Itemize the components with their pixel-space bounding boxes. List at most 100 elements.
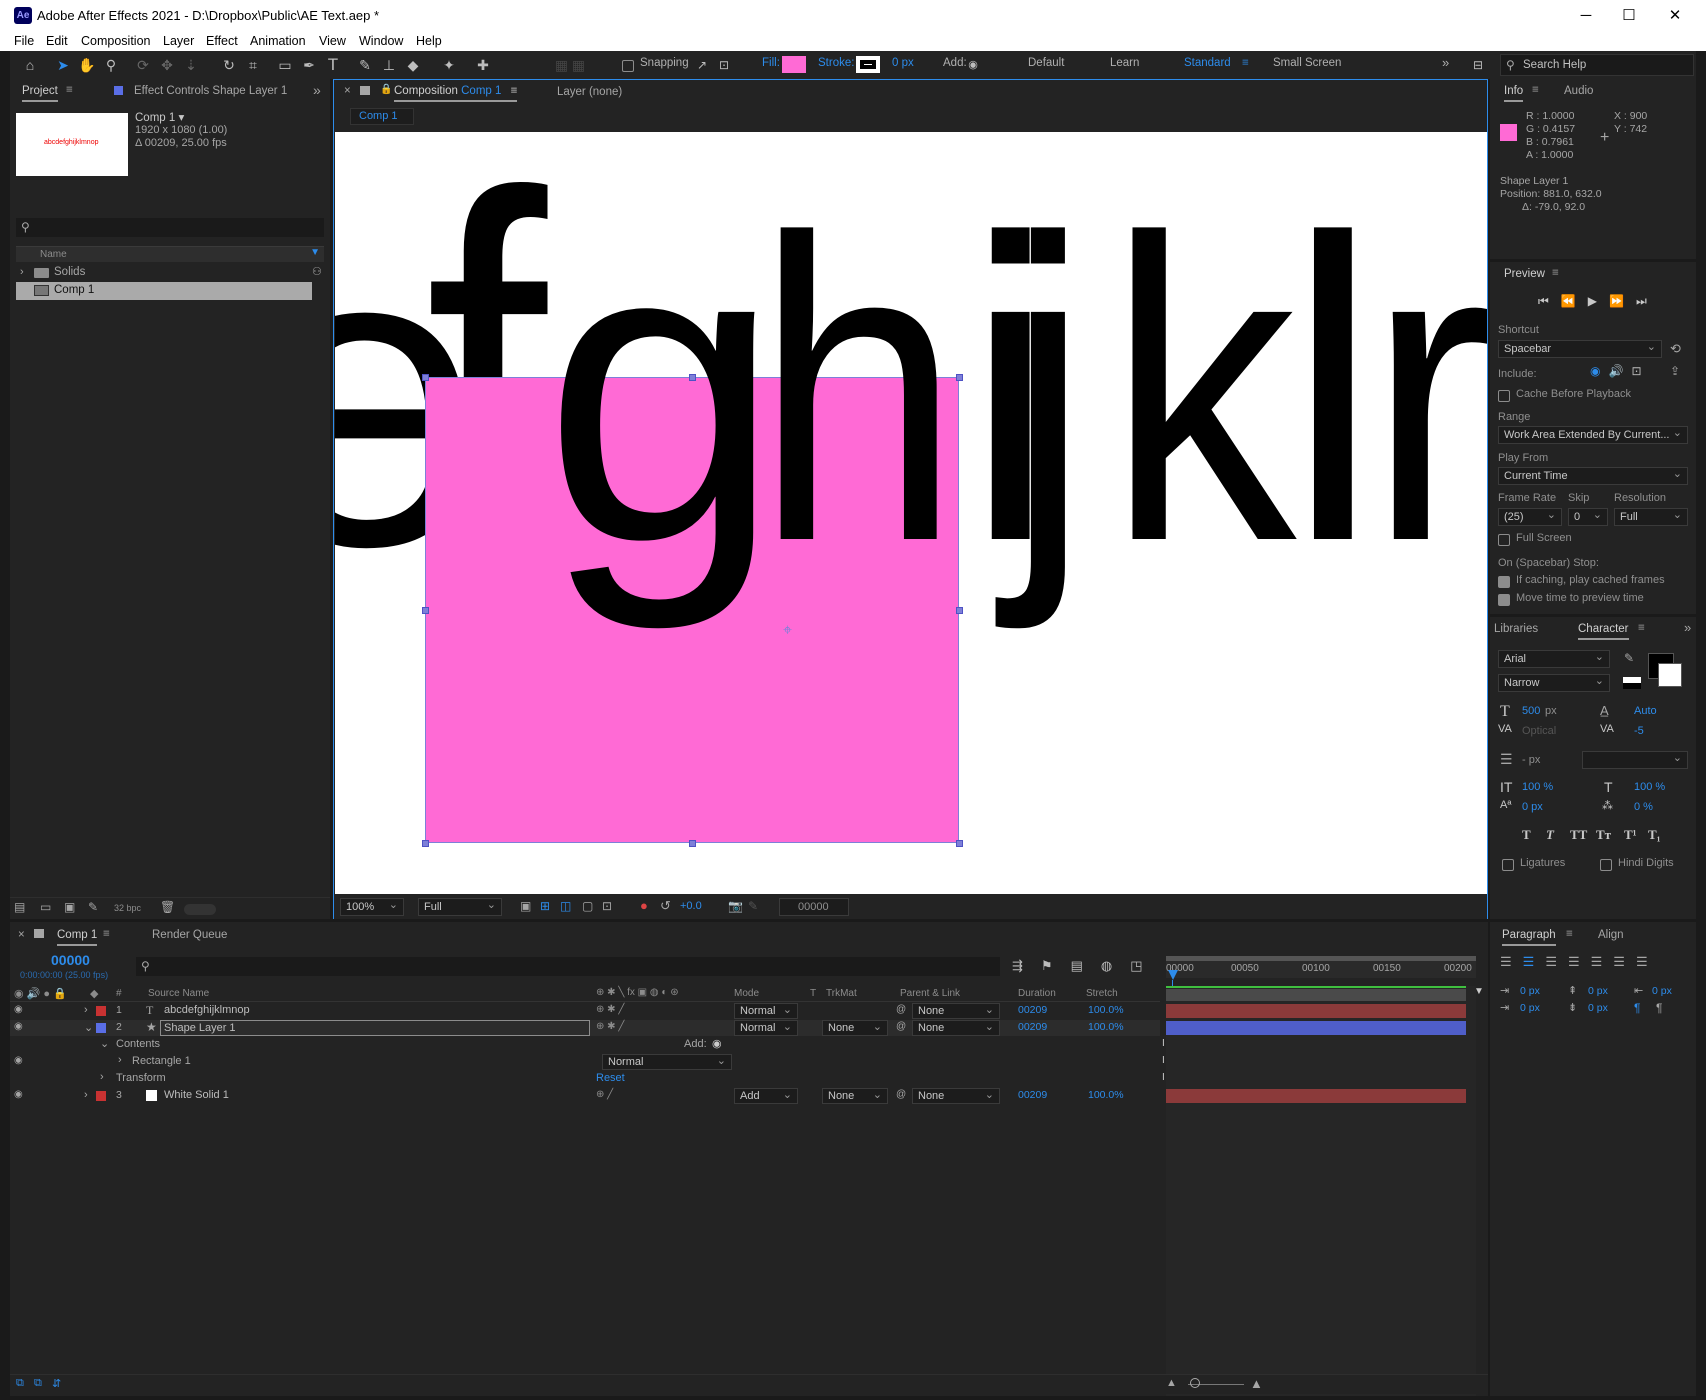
workspace-small-screen[interactable]: Small Screen	[1273, 57, 1341, 69]
show-snapshot-icon[interactable]: ✎	[748, 899, 758, 913]
menu-view[interactable]: View	[319, 34, 346, 48]
layer-row-3[interactable]: ◉ › 3 White Solid 1 ⊕ ╱ Add None @ None …	[10, 1088, 1160, 1104]
last-frame-icon[interactable]: ⏭	[1636, 294, 1659, 308]
snap-option2-icon[interactable]: ⊡	[716, 55, 732, 75]
visibility-eye-icon[interactable]: ◉	[14, 1089, 23, 1100]
parent-dropdown[interactable]: None	[912, 1003, 1000, 1019]
adjust-icon[interactable]: ✎	[88, 900, 98, 914]
contents-group-row[interactable]: ⌄ Contents Add: ◉	[10, 1037, 1160, 1053]
fill-swatch[interactable]	[782, 56, 806, 73]
comp-name-info[interactable]: Comp 1 ▾	[135, 110, 184, 124]
align-left-icon[interactable]: ☰	[1500, 954, 1523, 969]
prev-frame-icon[interactable]: ⏪	[1561, 294, 1588, 308]
tab-character[interactable]: Character	[1578, 623, 1629, 640]
vertical-scale-value[interactable]: 100 %	[1522, 781, 1553, 793]
new-comp-icon[interactable]: ▣	[64, 900, 75, 914]
workspace-standard[interactable]: Standard	[1184, 57, 1231, 69]
panel-overflow-icon[interactable]: »	[313, 82, 321, 98]
layer-bar-1[interactable]	[1166, 1004, 1466, 1018]
layer-name[interactable]: abcdefghijklmnop	[164, 1004, 250, 1016]
workspace-default[interactable]: Default	[1028, 57, 1064, 69]
new-folder-icon[interactable]: ▭	[40, 900, 51, 914]
rectangle-tool-icon[interactable]: ▭	[276, 55, 294, 75]
motion-blur-icon[interactable]: ◍	[1101, 958, 1130, 973]
first-line-indent-value[interactable]: 0 px	[1520, 1002, 1540, 1014]
video-eye-icon[interactable]: ◉	[1590, 364, 1608, 378]
search-help-field[interactable]: ⚲ Search Help	[1500, 54, 1694, 76]
snap-option-icon[interactable]: ↗	[694, 55, 710, 75]
layer-bar-2[interactable]	[1166, 1021, 1466, 1035]
layer-duration[interactable]: 00209	[1018, 1004, 1047, 1016]
layer-name-field[interactable]: Shape Layer 1	[160, 1020, 590, 1036]
first-frame-icon[interactable]: ⏮	[1538, 294, 1561, 308]
handle-tl[interactable]	[422, 374, 429, 381]
exposure-value[interactable]: +0.0	[680, 900, 702, 912]
layer-name[interactable]: White Solid 1	[164, 1089, 229, 1101]
blend-mode-dropdown[interactable]: Normal	[734, 1020, 798, 1036]
trash-icon[interactable]: 🗑	[160, 900, 175, 914]
pickwhip-icon[interactable]: @	[896, 1021, 906, 1032]
layer-switches[interactable]: ⊕ ╱	[596, 1089, 613, 1100]
region-of-interest-icon[interactable]: ▢	[582, 899, 593, 913]
pan-behind-tool-icon[interactable]: ⌗	[244, 55, 262, 75]
work-area-bar[interactable]	[1166, 956, 1476, 961]
indent-left-value[interactable]: 0 px	[1520, 985, 1540, 997]
handle-mr[interactable]	[956, 607, 963, 614]
more-workspaces-icon[interactable]: »	[1442, 55, 1449, 70]
visibility-eye-icon[interactable]: ◉	[14, 1055, 23, 1066]
project-search-input[interactable]: ⚲	[16, 218, 324, 237]
layer-duration[interactable]: 00209	[1018, 1089, 1047, 1101]
zoom-tool-icon[interactable]: ⚲	[102, 55, 120, 75]
close-button[interactable]: ✕	[1662, 4, 1688, 28]
tab-render-queue[interactable]: Render Queue	[152, 929, 227, 941]
parent-dropdown[interactable]: None	[912, 1088, 1000, 1104]
menu-edit[interactable]: Edit	[46, 34, 68, 48]
label-color-swatch[interactable]	[96, 1023, 106, 1033]
tab-effect-controls[interactable]: Effect Controls Shape Layer 1	[134, 85, 287, 97]
grid-guides-icon[interactable]: ⊡	[602, 899, 612, 913]
expand-arrow-icon[interactable]: ›	[100, 1071, 104, 1083]
panel-menu-icon[interactable]: ≡	[103, 928, 110, 940]
panel-menu-icon[interactable]: ≡	[511, 85, 518, 97]
workspace-menu-icon[interactable]: ≡	[1242, 57, 1249, 69]
stop1-checkbox[interactable]	[1498, 574, 1510, 588]
layer-row-1[interactable]: ◉ › 1 T abcdefghijklmnop ⊕ ✱ ╱ Normal @ …	[10, 1003, 1160, 1019]
panel-menu-icon[interactable]: ≡	[1552, 267, 1559, 279]
menu-help[interactable]: Help	[416, 34, 442, 48]
tab-align[interactable]: Align	[1598, 929, 1624, 941]
superscript-button[interactable]: T¹	[1624, 827, 1637, 843]
project-item-solids[interactable]: › Solids ⚇	[16, 264, 324, 282]
rect-blend-dropdown[interactable]: Normal	[602, 1054, 732, 1070]
audio-icon[interactable]: 🔊	[1608, 364, 1631, 378]
frame-blend-icon[interactable]: ▤	[1071, 958, 1101, 973]
range-dropdown[interactable]: Work Area Extended By Current...	[1498, 426, 1688, 444]
expand-arrow-icon[interactable]: ›	[20, 266, 24, 278]
zoom-in-icon[interactable]: ▲	[1250, 1376, 1263, 1391]
project-item-comp1[interactable]: Comp 1	[16, 282, 312, 300]
label-color-swatch[interactable]	[96, 1006, 106, 1016]
visibility-eye-icon[interactable]: ◉	[14, 1004, 23, 1015]
flowchart-icon[interactable]: ⚇	[312, 265, 322, 278]
stroke-color-swatch[interactable]	[1658, 663, 1682, 687]
anchor-point-icon[interactable]: ⌖	[783, 622, 792, 640]
clone-stamp-tool-icon[interactable]: ⊥	[380, 55, 398, 75]
space-after-value[interactable]: 0 px	[1588, 1002, 1608, 1014]
justify-center-icon[interactable]: ☰	[1591, 954, 1614, 969]
handle-tm[interactable]	[689, 374, 696, 381]
stroke-type-dropdown[interactable]	[1582, 751, 1688, 769]
play-from-dropdown[interactable]: Current Time	[1498, 467, 1688, 485]
layer-row-2[interactable]: ◉ ⌄ 2 ★ Shape Layer 1 ⊕ ✱ ╱ Normal None …	[10, 1020, 1160, 1036]
blend-mode-dropdown[interactable]: Add	[734, 1088, 798, 1104]
menu-animation[interactable]: Animation	[250, 34, 306, 48]
pen-tool-icon[interactable]: ✒	[300, 55, 318, 75]
handle-br[interactable]	[956, 840, 963, 847]
mask-visibility-icon[interactable]: ◫	[560, 899, 571, 913]
tsume-value[interactable]: 0 %	[1634, 801, 1653, 813]
fast-previews-icon[interactable]: ▣	[520, 899, 531, 913]
skip-dropdown[interactable]: 0	[1568, 508, 1608, 526]
justify-right-icon[interactable]: ☰	[1613, 954, 1636, 969]
overlay-icon[interactable]: ⊡	[1631, 364, 1649, 378]
align-right-icon[interactable]: ☰	[1545, 954, 1568, 969]
collapse-arrow-icon[interactable]: ⌄	[100, 1037, 109, 1050]
expand-arrow-icon[interactable]: ›	[118, 1054, 122, 1066]
